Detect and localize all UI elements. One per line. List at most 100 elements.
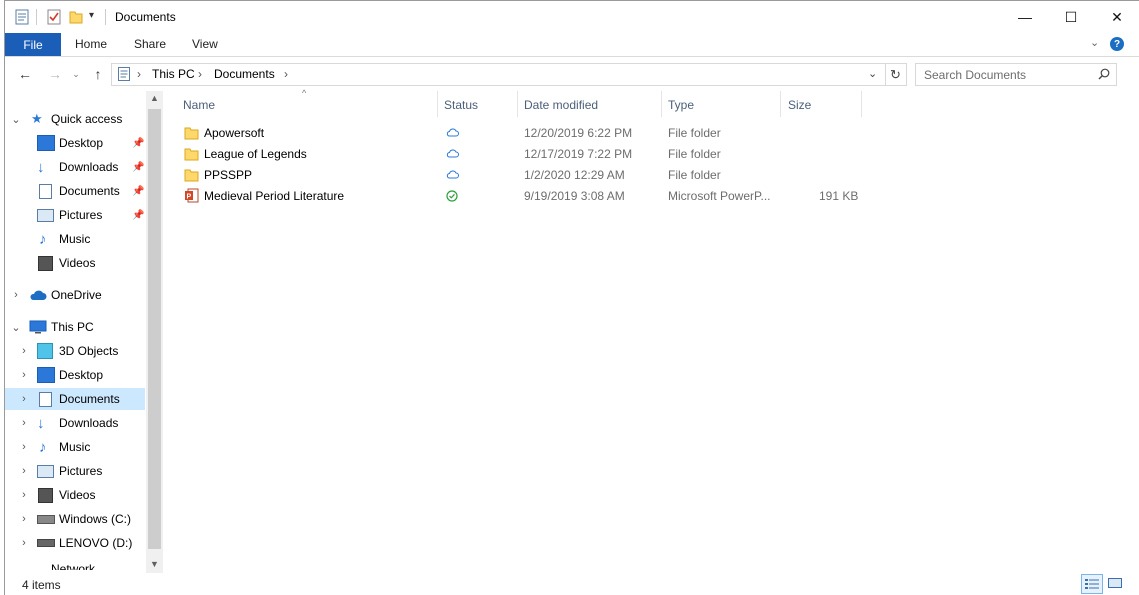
- chevron-right-icon[interactable]: ›: [19, 345, 29, 357]
- refresh-button[interactable]: ↻: [885, 63, 907, 86]
- close-button[interactable]: ✕: [1094, 1, 1139, 33]
- chevron-right-icon[interactable]: ›: [19, 393, 29, 405]
- search-box[interactable]: Search Documents: [915, 63, 1117, 86]
- checkmark-icon[interactable]: [47, 9, 61, 25]
- column-date-modified[interactable]: Date modified: [524, 98, 598, 114]
- nav-quick-desktop[interactable]: Desktop 📌: [5, 132, 145, 154]
- back-button[interactable]: ←: [14, 64, 36, 84]
- nav-this-pc[interactable]: ⌄ This PC: [5, 316, 145, 338]
- minimize-button[interactable]: —: [1002, 1, 1048, 33]
- nav-scrollbar[interactable]: ▲ ▼: [146, 91, 163, 573]
- svg-text:P: P: [187, 194, 192, 201]
- nav-quick-access[interactable]: ⌄ ★ Quick access: [5, 108, 145, 130]
- column-separator[interactable]: [661, 91, 662, 117]
- music-icon: ♪: [39, 438, 47, 456]
- column-status[interactable]: Status: [444, 98, 478, 114]
- file-name: Medieval Period Literature: [204, 189, 345, 203]
- chevron-right-icon[interactable]: ›: [19, 513, 29, 525]
- documents-icon: [118, 67, 130, 81]
- nav-quick-music[interactable]: ♪ Music: [5, 228, 145, 250]
- customize-toolbar-icon[interactable]: ▾: [89, 10, 94, 21]
- file-row-league-of-legends[interactable]: League of Legends 12/17/2019 7:22 PM Fil…: [182, 144, 862, 164]
- chevron-right-icon[interactable]: ›: [19, 537, 29, 549]
- chevron-right-icon[interactable]: ›: [19, 465, 29, 477]
- chevron-right-icon[interactable]: ›: [19, 369, 29, 381]
- pin-icon[interactable]: 📌: [132, 210, 144, 221]
- nav-label: Documents: [59, 184, 120, 198]
- properties-icon[interactable]: [15, 9, 29, 25]
- nav-pc-documents[interactable]: › Documents: [5, 388, 145, 410]
- column-separator[interactable]: [780, 91, 781, 117]
- chevron-down-icon[interactable]: ⌄: [11, 321, 21, 334]
- scrollbar-thumb[interactable]: [148, 109, 161, 549]
- forward-button[interactable]: →: [44, 64, 66, 84]
- pictures-icon: [37, 208, 54, 222]
- nav-pc-windows-c[interactable]: › Windows (C:): [5, 508, 145, 530]
- folder-icon: [184, 169, 199, 182]
- nav-pc-3d-objects[interactable]: › 3D Objects: [5, 340, 145, 362]
- file-name: PPSSPP: [204, 168, 253, 182]
- nav-label: OneDrive: [51, 288, 102, 302]
- nav-label: Quick access: [51, 112, 123, 126]
- up-button[interactable]: ↑: [87, 64, 109, 84]
- chevron-right-icon[interactable]: ›: [19, 489, 29, 501]
- file-row-medieval-period-literature[interactable]: P Medieval Period Literature 9/19/2019 3…: [182, 186, 862, 206]
- breadcrumb-this-pc[interactable]: This PC: [152, 67, 195, 81]
- column-separator[interactable]: [517, 91, 518, 117]
- search-input[interactable]: Search Documents: [924, 68, 1026, 82]
- breadcrumb-documents[interactable]: Documents: [214, 67, 275, 81]
- chevron-down-icon[interactable]: ⌄: [11, 113, 21, 126]
- nav-pc-videos[interactable]: › Videos: [5, 484, 145, 506]
- nav-quick-documents[interactable]: Documents 📌: [5, 180, 145, 202]
- nav-label: Documents: [59, 392, 120, 406]
- cloud-icon: [30, 290, 47, 300]
- breadcrumb-separator[interactable]: ›: [137, 67, 141, 81]
- column-name[interactable]: Name: [183, 98, 215, 114]
- large-icons-view-button[interactable]: [1105, 574, 1125, 592]
- tab-view[interactable]: View: [192, 37, 218, 51]
- expand-ribbon-icon[interactable]: ⌄: [1090, 36, 1099, 49]
- nav-pc-pictures[interactable]: › Pictures: [5, 460, 145, 482]
- desktop-icon: [37, 135, 55, 151]
- file-row-apowersoft[interactable]: Apowersoft 12/20/2019 6:22 PM File folde…: [182, 123, 862, 143]
- nav-network[interactable]: Network: [5, 556, 145, 570]
- file-row-ppsspp[interactable]: PPSSPP 1/2/2020 12:29 AM File folder: [182, 165, 862, 185]
- new-folder-icon[interactable]: [69, 9, 83, 25]
- help-icon[interactable]: ?: [1110, 37, 1124, 51]
- nav-quick-downloads[interactable]: ↓ Downloads 📌: [5, 156, 145, 178]
- tab-share[interactable]: Share: [134, 37, 166, 51]
- chevron-right-icon[interactable]: ›: [11, 289, 21, 301]
- tab-home[interactable]: Home: [75, 37, 107, 51]
- nav-onedrive[interactable]: › OneDrive: [5, 284, 145, 306]
- maximize-button[interactable]: ☐: [1048, 1, 1094, 33]
- pin-icon[interactable]: 📌: [132, 138, 144, 149]
- column-size[interactable]: Size: [788, 98, 811, 114]
- powerpoint-icon: P: [185, 188, 199, 203]
- column-separator[interactable]: [437, 91, 438, 117]
- scroll-up-icon[interactable]: ▲: [150, 93, 159, 103]
- nav-quick-pictures[interactable]: Pictures 📌: [5, 204, 145, 226]
- address-bar[interactable]: › This PC › Documents › ⌄: [111, 63, 886, 86]
- details-view-button[interactable]: [1081, 574, 1103, 594]
- file-date: 9/19/2019 3:08 AM: [524, 189, 625, 203]
- column-type[interactable]: Type: [668, 98, 694, 114]
- pin-icon[interactable]: 📌: [132, 186, 144, 197]
- nav-label: LENOVO (D:): [59, 536, 133, 550]
- nav-pc-music[interactable]: › ♪ Music: [5, 436, 145, 458]
- chevron-right-icon[interactable]: ›: [19, 417, 29, 429]
- file-date: 12/17/2019 7:22 PM: [524, 147, 633, 161]
- breadcrumb-separator[interactable]: ›: [284, 67, 288, 81]
- breadcrumb-separator[interactable]: ›: [198, 67, 202, 81]
- search-icon[interactable]: [1098, 68, 1110, 80]
- scroll-down-icon[interactable]: ▼: [150, 559, 159, 569]
- nav-pc-lenovo-d[interactable]: › LENOVO (D:): [5, 532, 145, 554]
- nav-pc-downloads[interactable]: › ↓ Downloads: [5, 412, 145, 434]
- nav-quick-videos[interactable]: Videos: [5, 252, 145, 274]
- recent-locations-icon[interactable]: ⌄: [65, 64, 87, 84]
- nav-pc-desktop[interactable]: › Desktop: [5, 364, 145, 386]
- chevron-right-icon[interactable]: ›: [19, 441, 29, 453]
- pin-icon[interactable]: 📌: [132, 162, 144, 173]
- tab-file[interactable]: File: [5, 33, 61, 56]
- address-dropdown-icon[interactable]: ⌄: [868, 67, 877, 80]
- column-separator[interactable]: [861, 91, 862, 117]
